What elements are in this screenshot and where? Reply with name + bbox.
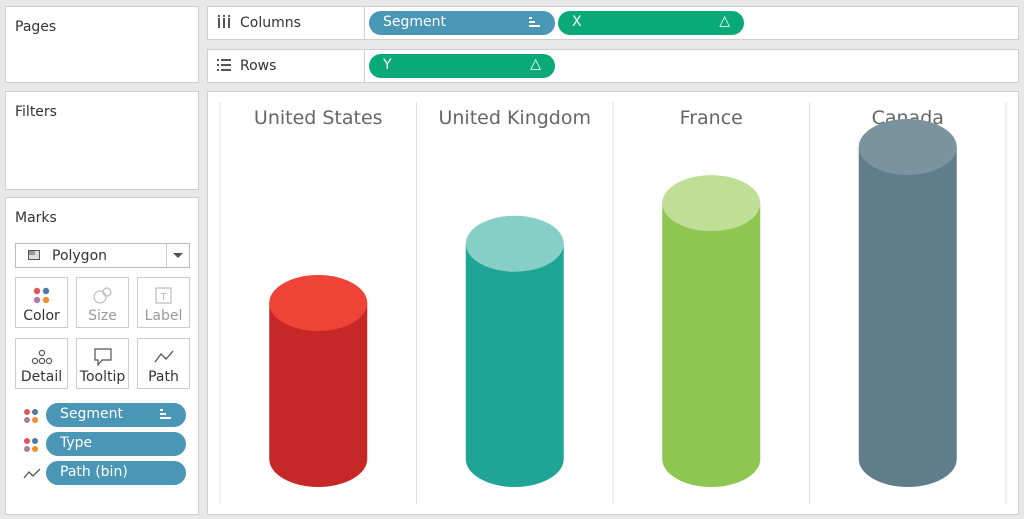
detail-button[interactable]: Detail bbox=[15, 338, 68, 389]
delta-icon: △ bbox=[530, 56, 541, 72]
pages-title: Pages bbox=[15, 19, 57, 35]
svg-text:T: T bbox=[159, 292, 167, 303]
y-row-pill[interactable]: Y △ bbox=[369, 54, 555, 78]
detail-button-label: Detail bbox=[20, 369, 63, 385]
label-button[interactable]: T Label bbox=[137, 277, 190, 328]
mark-type-dropdown[interactable]: Polygon bbox=[15, 243, 190, 268]
label-button-label: Label bbox=[144, 308, 183, 324]
tooltip-button-label: Tooltip bbox=[79, 369, 126, 385]
color-button[interactable]: Color bbox=[15, 277, 68, 328]
columns-shelf-label: Columns bbox=[208, 7, 365, 39]
size-icon bbox=[77, 286, 128, 304]
columns-label: Columns bbox=[240, 15, 301, 31]
tooltip-icon bbox=[77, 347, 128, 367]
rows-label: Rows bbox=[240, 58, 277, 74]
label-icon: T bbox=[138, 286, 189, 304]
rows-shelf[interactable]: Rows Y △ bbox=[207, 49, 1019, 83]
marks-card: Marks Polygon Color Size T Label Detail … bbox=[5, 197, 199, 515]
cylinder-top[interactable] bbox=[858, 119, 957, 175]
type-marks-pill-label: Type bbox=[60, 435, 93, 451]
marks-field-path-bin: Path (bin) bbox=[6, 460, 200, 486]
size-button[interactable]: Size bbox=[76, 277, 129, 328]
filters-title: Filters bbox=[15, 104, 57, 120]
cylinder-chart[interactable]: United States United Kingdom France Canada bbox=[208, 92, 1018, 514]
marks-field-type: Type bbox=[6, 431, 200, 457]
path-icon bbox=[23, 466, 41, 480]
marks-field-segment: Segment bbox=[6, 402, 200, 428]
cylinder-body[interactable] bbox=[662, 203, 761, 487]
y-row-pill-label: Y bbox=[383, 57, 392, 73]
cylinder-bar[interactable] bbox=[465, 215, 564, 487]
filters-card[interactable]: Filters bbox=[5, 91, 199, 190]
category-label: France bbox=[680, 107, 743, 129]
mark-type-value: Polygon bbox=[52, 248, 108, 264]
cylinder-top[interactable] bbox=[662, 175, 761, 232]
chevron-down-icon[interactable] bbox=[166, 244, 189, 267]
size-button-label: Size bbox=[88, 308, 117, 324]
x-column-pill-label: X bbox=[572, 14, 582, 30]
color-icon bbox=[16, 286, 67, 304]
category-label: United Kingdom bbox=[438, 107, 591, 129]
pages-card: Pages bbox=[5, 6, 199, 83]
x-column-pill[interactable]: X △ bbox=[558, 11, 744, 35]
cylinder-top[interactable] bbox=[465, 215, 564, 272]
detail-icon bbox=[16, 347, 67, 365]
cylinder-body[interactable] bbox=[858, 147, 957, 487]
segment-column-pill-label: Segment bbox=[383, 14, 446, 30]
segment-column-pill[interactable]: Segment bbox=[369, 11, 555, 35]
polygon-icon bbox=[28, 250, 40, 260]
segment-marks-pill[interactable]: Segment bbox=[46, 403, 186, 427]
cylinder-body[interactable] bbox=[465, 243, 564, 487]
color-icon bbox=[23, 437, 41, 452]
color-button-label: Color bbox=[23, 308, 60, 324]
delta-icon: △ bbox=[719, 13, 730, 29]
columns-shelf[interactable]: Columns Segment X △ bbox=[207, 6, 1019, 40]
color-icon bbox=[23, 408, 41, 423]
rows-shelf-label: Rows bbox=[208, 50, 365, 82]
path-button-label: Path bbox=[148, 369, 179, 385]
cylinder-top[interactable] bbox=[269, 275, 368, 331]
cylinder-bar[interactable] bbox=[858, 119, 957, 487]
path-bin-marks-pill-label: Path (bin) bbox=[60, 464, 128, 480]
tooltip-button[interactable]: Tooltip bbox=[76, 338, 129, 389]
type-marks-pill[interactable]: Type bbox=[46, 432, 186, 456]
segment-marks-pill-label: Segment bbox=[60, 406, 123, 422]
category-label: United States bbox=[254, 107, 383, 129]
cylinder-bar[interactable] bbox=[662, 175, 761, 487]
path-icon bbox=[138, 347, 189, 365]
path-button[interactable]: Path bbox=[137, 338, 190, 389]
cylinder-bar[interactable] bbox=[269, 275, 368, 487]
marks-title: Marks bbox=[15, 210, 57, 226]
path-bin-marks-pill[interactable]: Path (bin) bbox=[46, 461, 186, 485]
viz-area[interactable]: United States United Kingdom France Canada bbox=[207, 91, 1019, 515]
